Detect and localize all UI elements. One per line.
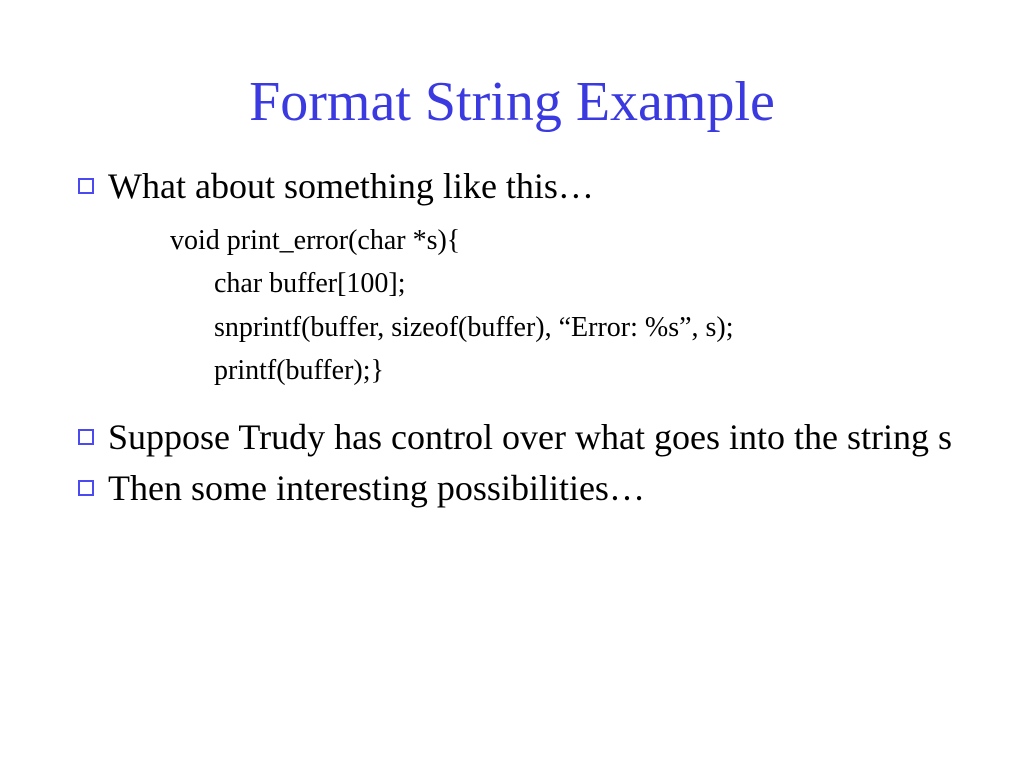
bullet-text: Suppose Trudy has control over what goes… <box>108 415 952 460</box>
bullet-icon <box>78 178 94 194</box>
bullets-area: What about something like this… void pri… <box>78 164 964 511</box>
bullet-text: What about something like this… <box>108 164 594 209</box>
code-line: char buffer[100]; <box>170 262 964 305</box>
code-line: void print_error(char *s){ <box>170 219 964 262</box>
code-line: snprintf(buffer, sizeof(buffer), “Error:… <box>170 306 964 349</box>
slide: Format String Example What about somethi… <box>0 0 1024 768</box>
code-line: printf(buffer);} <box>170 349 964 392</box>
bullet-text-part: Suppose Trudy has control over what goes… <box>108 417 938 457</box>
bullet-item: Suppose Trudy has control over what goes… <box>78 415 964 460</box>
bullet-icon <box>78 480 94 496</box>
bullet-item: What about something like this… <box>78 164 964 209</box>
bullet-item: Then some interesting possibilities… <box>78 466 964 511</box>
code-block: void print_error(char *s){ char buffer[1… <box>170 219 964 393</box>
slide-title: Format String Example <box>60 70 964 134</box>
bullet-text: Then some interesting possibilities… <box>108 466 645 511</box>
bullet-icon <box>78 429 94 445</box>
code-identifier: s <box>938 417 952 457</box>
